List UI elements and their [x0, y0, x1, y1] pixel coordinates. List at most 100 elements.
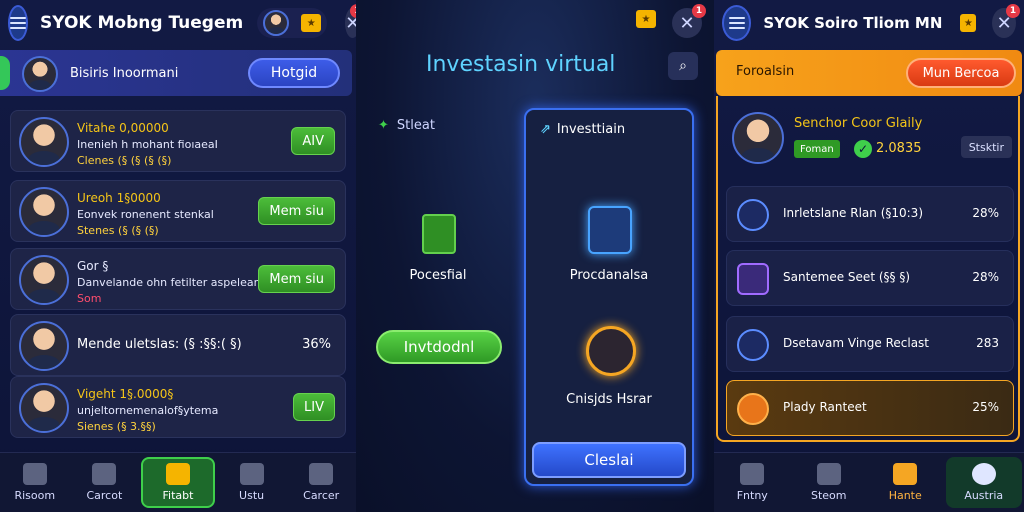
investment-card[interactable]: ⇗ Investtiain Procdanalsa Cnisjds Hsrar C… [524, 108, 694, 486]
box-icon [588, 206, 632, 254]
item-button[interactable]: Mem siu [258, 197, 335, 225]
list-item[interactable]: Ureoh 1§0000 Eonvek ronenent stenkal Ste… [10, 180, 346, 242]
nav-label: Hante [888, 489, 922, 502]
featured-profile[interactable]: Senchor Coor Glaily Foman ✓ 2.0835 Stskt… [724, 108, 1014, 172]
avatar [19, 187, 69, 237]
item-title: Ureoh 1§0000 [77, 191, 161, 205]
app-title: SYOK Soiro Tliom MN [763, 14, 943, 32]
item-button[interactable]: AIV [291, 127, 335, 155]
list-item[interactable]: Plady Ranteet 25% [726, 380, 1014, 436]
item-status: Som [77, 292, 102, 305]
item-button[interactable]: Mem siu [258, 265, 335, 293]
ticket-icon [165, 463, 190, 485]
item-percent: 28% [972, 270, 999, 284]
item-percent: 25% [972, 400, 999, 414]
top-bar: SYOK Mobng Tuegem ★ ✕ 1 [0, 0, 356, 46]
avatar[interactable] [22, 56, 58, 92]
nav-item-austria[interactable]: Austria [945, 457, 1022, 508]
nav-label: Carcer [303, 489, 340, 502]
profile-value: 2.0835 [876, 141, 922, 156]
option-caption: Pocesfial [409, 268, 467, 283]
nav-label: Carcot [86, 489, 123, 502]
heart-icon [737, 393, 769, 425]
hamburger-line [10, 17, 26, 19]
gear-icon [309, 463, 334, 485]
gift-icon[interactable]: ★ [636, 10, 656, 28]
avatar [19, 117, 69, 167]
item-desc: Eonvek ronenent stenkal [77, 208, 214, 221]
item-label: Inrletslane Rlan (§10:3) [783, 206, 923, 220]
item-button[interactable]: LIV [293, 393, 335, 421]
check-icon: ✓ [854, 140, 872, 158]
home-icon [239, 463, 264, 485]
item-status: Clenes (§ (§ (§ (§) [77, 154, 172, 167]
calendar-icon [92, 463, 117, 485]
item-percent: 283 [976, 336, 999, 350]
nav-item-risoom[interactable]: Risoom [0, 453, 70, 512]
avatar [19, 321, 69, 371]
gift-icon[interactable]: ★ [301, 14, 322, 32]
coin-icon [586, 326, 636, 376]
close-button[interactable]: ✕ 1 [992, 4, 1020, 38]
item-label: Dsetavam Vinge Reclast [783, 336, 930, 350]
menu-button[interactable] [722, 5, 752, 41]
item-percent: 36% [302, 337, 331, 352]
chat-icon [816, 463, 841, 485]
close-button[interactable]: ✕ 1 [672, 4, 706, 38]
notification-badge: 1 [692, 4, 706, 18]
calendar-icon [740, 463, 765, 485]
nav-item-carcer[interactable]: Carcer [286, 453, 356, 512]
card-caption: Procdanalsa [569, 268, 649, 283]
card-header: ⇗ Investtiain [540, 122, 625, 137]
promo-header: Foroalsin Mun Bercoa [716, 50, 1022, 96]
nav-item-fntny[interactable]: Fntny [714, 453, 791, 512]
invest-button[interactable]: Invtdodnl [376, 330, 502, 364]
item-desc: unjeltornemenalof§ytema [77, 404, 219, 417]
middle-screen: ★ ✕ 1 Investasin virtual ⌕ ✦ Stleat Poces… [356, 0, 714, 512]
profile-header: Bisiris Inoormani Hotgid [0, 50, 352, 96]
nav-label: Fitabt [162, 489, 194, 502]
gift-icon[interactable]: ★ [960, 14, 977, 32]
nav-label: Steom [810, 489, 847, 502]
status-indicator [0, 56, 10, 90]
nav-item-carcot[interactable]: Carcot [70, 453, 140, 512]
profile-title: Senchor Coor Glaily [794, 116, 923, 131]
item-title: Gor § [77, 259, 109, 273]
app-title: SYOK Mobng Tuegem [40, 13, 244, 33]
nav-item-fitabt[interactable]: Fitabt [141, 457, 215, 508]
profile-action-button[interactable]: Hotgid [248, 58, 340, 88]
profile-name: Bisiris Inoormani [70, 65, 179, 81]
nav-item-ustu[interactable]: Ustu [217, 453, 287, 512]
hamburger-line [10, 27, 26, 29]
card-action-button[interactable]: Cleslai [532, 442, 686, 478]
promo-button[interactable]: Mun Bercoa [906, 58, 1016, 88]
list-item[interactable]: Dsetavam Vinge Reclast 283 [726, 316, 1014, 372]
hamburger-line [728, 22, 745, 24]
menu-button[interactable] [8, 5, 28, 41]
profile-tag: Foman [794, 140, 840, 158]
promo-label: Foroalsin [736, 64, 795, 79]
top-bar: SYOK Soiro Tliom MN ★ ✕ 1 [714, 0, 1024, 46]
nav-item-steom[interactable]: Steom [791, 453, 868, 512]
document-icon [422, 214, 456, 254]
chat-bubble-icon [971, 463, 996, 485]
avatar[interactable] [263, 10, 290, 36]
card-header-text: Investtiain [556, 122, 626, 137]
list-item[interactable]: Gor § Danvelande ohn fetilter aspelean S… [10, 248, 346, 310]
list-item[interactable]: Vitahe 0,00000 Inenieh h mohant fioıaeaI… [10, 110, 346, 172]
nav-item-hante[interactable]: Hante [867, 453, 944, 512]
list-item[interactable]: Vigeht 1§.0000§ unjeltornemenalof§ytema … [10, 376, 346, 438]
sparkle-icon: ✦ [378, 118, 389, 133]
close-button[interactable]: ✕ 1 [345, 4, 356, 38]
gift-icon [893, 463, 918, 485]
notification-badge: 1 [1006, 4, 1020, 18]
list-item[interactable]: Inrletslane Rlan (§10:3) 28% [726, 186, 1014, 242]
header-pill[interactable]: ★ [257, 8, 328, 38]
nav-label: Risoom [14, 489, 56, 502]
list-item[interactable]: Mende uletslas: (§ :§§:( §) 36% [10, 314, 346, 376]
profile-button[interactable]: Stsktir [960, 136, 1012, 158]
list-item[interactable]: Santemee Seet (§§ §) 28% [726, 250, 1014, 306]
item-label: Santemee Seet (§§ §) [783, 270, 911, 284]
search-button[interactable]: ⌕ [668, 52, 698, 80]
avatar [19, 383, 69, 433]
